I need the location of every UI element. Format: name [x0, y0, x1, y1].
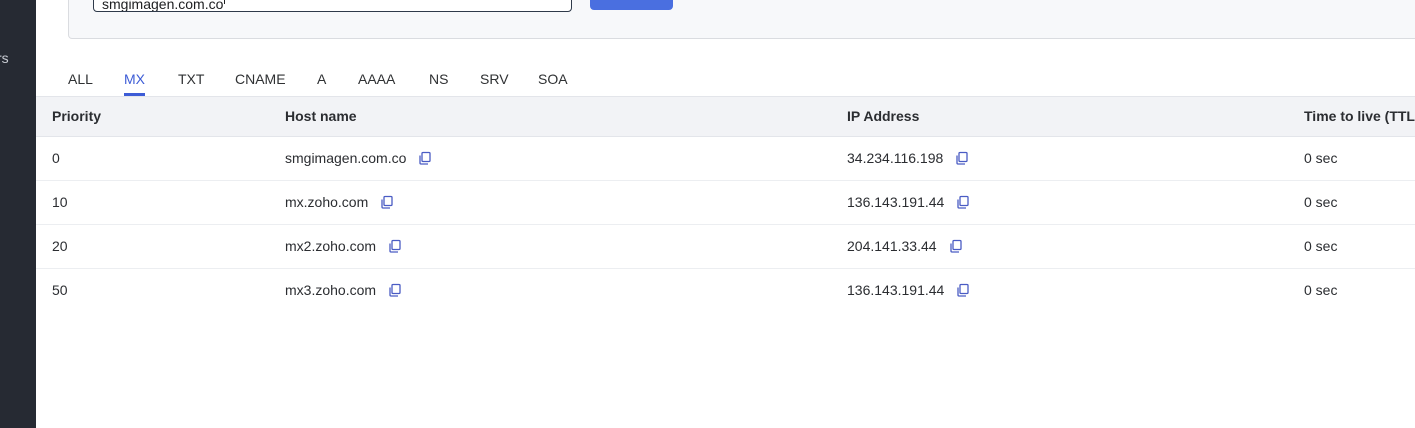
cell-host-name: smgimagen.com.co: [285, 137, 432, 180]
table-row: 50 mx3.zoho.com 136.143.191.44 0 sec: [36, 269, 1415, 313]
tab-a[interactable]: A: [317, 68, 326, 96]
ip-address-text: 34.234.116.198: [847, 150, 944, 166]
cell-ip-address: 136.143.191.44: [847, 269, 970, 312]
cell-ttl: 0 sec: [1304, 282, 1338, 298]
cell-ip-address: 136.143.191.44: [847, 181, 970, 224]
dns-records-table: Priority Host name IP Address Time to li…: [36, 96, 1415, 313]
sidebar: rs: [0, 0, 36, 428]
column-header-ttl[interactable]: Time to live (TTL): [1304, 97, 1415, 136]
table-row: 10 mx.zoho.com 136.143.191.44 0 sec: [36, 181, 1415, 225]
copy-icon[interactable]: [949, 239, 963, 253]
ip-address-text: 204.141.33.44: [847, 238, 937, 254]
cell-ip-address: 204.141.33.44: [847, 225, 963, 268]
host-name-text: smgimagen.com.co: [285, 150, 407, 166]
tab-all[interactable]: ALL: [68, 68, 93, 96]
ip-address-text: 136.143.191.44: [847, 282, 945, 298]
cell-ttl: 0 sec: [1304, 194, 1338, 210]
cell-priority: 50: [52, 282, 68, 298]
column-header-ip-address[interactable]: IP Address: [847, 97, 919, 136]
ip-address-text: 136.143.191.44: [847, 194, 945, 210]
tab-cname[interactable]: CNAME: [235, 68, 286, 96]
table-row: 0 smgimagen.com.co 34.234.116.198 0 sec: [36, 137, 1415, 181]
tab-aaaa[interactable]: AAAA: [358, 68, 395, 96]
sidebar-item-label[interactable]: rs: [0, 50, 9, 66]
cell-priority: 20: [52, 238, 68, 254]
column-header-host-name[interactable]: Host name: [285, 97, 357, 136]
copy-icon[interactable]: [388, 283, 402, 297]
cell-host-name: mx.zoho.com: [285, 181, 394, 224]
search-button[interactable]: [590, 0, 673, 10]
tab-srv[interactable]: SRV: [480, 68, 509, 96]
search-input-value: smgimagen.com.co: [102, 0, 224, 12]
cell-ip-address: 34.234.116.198: [847, 137, 969, 180]
table-header: Priority Host name IP Address Time to li…: [36, 96, 1415, 137]
host-name-text: mx3.zoho.com: [285, 282, 377, 298]
host-name-text: mx2.zoho.com: [285, 238, 377, 254]
copy-icon[interactable]: [956, 283, 970, 297]
copy-icon[interactable]: [418, 151, 432, 165]
cell-ttl: 0 sec: [1304, 150, 1338, 166]
table-row: 20 mx2.zoho.com 204.141.33.44 0 sec: [36, 225, 1415, 269]
tab-mx[interactable]: MX: [124, 68, 145, 96]
cell-priority: 0: [52, 150, 60, 166]
tab-txt[interactable]: TXT: [178, 68, 204, 96]
tab-soa[interactable]: SOA: [538, 68, 568, 96]
copy-icon[interactable]: [380, 195, 394, 209]
tab-ns[interactable]: NS: [429, 68, 448, 96]
cell-host-name: mx3.zoho.com: [285, 269, 402, 312]
copy-icon[interactable]: [956, 195, 970, 209]
domain-search-input[interactable]: smgimagen.com.co: [93, 0, 572, 12]
copy-icon[interactable]: [955, 151, 969, 165]
copy-icon[interactable]: [388, 239, 402, 253]
column-header-priority[interactable]: Priority: [52, 97, 101, 136]
cell-priority: 10: [52, 194, 68, 210]
host-name-text: mx.zoho.com: [285, 194, 369, 210]
cell-ttl: 0 sec: [1304, 238, 1338, 254]
text-caret: [224, 0, 226, 5]
cell-host-name: mx2.zoho.com: [285, 225, 402, 268]
